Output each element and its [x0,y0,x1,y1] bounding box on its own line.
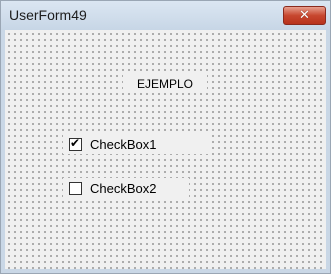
close-icon: ✕ [299,8,310,23]
ejemplo-label[interactable]: EJEMPLO [123,75,207,93]
checkbox2-box[interactable] [69,181,82,195]
checkmark-icon: ✔ [70,135,81,150]
ejemplo-label-text: EJEMPLO [136,77,193,91]
window-title: UserForm49 [9,7,87,23]
checkbox2[interactable]: CheckBox2 [63,178,189,198]
title-bar[interactable]: UserForm49 ✕ [1,1,330,30]
close-button[interactable]: ✕ [283,6,326,25]
checkbox1-box[interactable]: ✔ [69,135,82,151]
form-design-surface[interactable]: EJEMPLO ✔ CheckBox1 CheckBox2 [5,30,326,269]
checkbox1[interactable]: ✔ CheckBox1 [63,134,209,154]
checkbox2-label: CheckBox2 [90,180,157,196]
userform-window: UserForm49 ✕ EJEMPLO ✔ CheckBox1 CheckBo… [0,0,331,274]
checkbox1-label: CheckBox1 [90,136,157,152]
